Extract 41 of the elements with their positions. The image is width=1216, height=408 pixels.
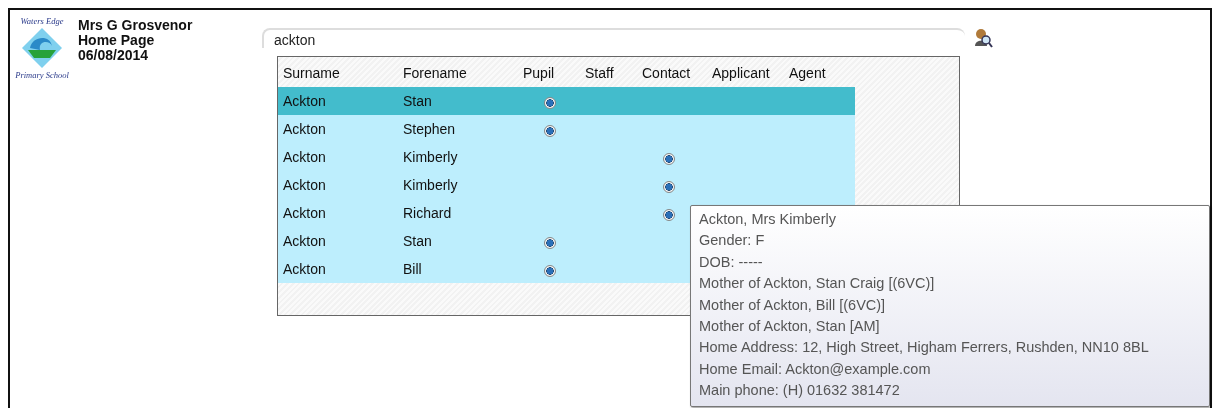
- column-header[interactable]: Applicant: [707, 59, 784, 87]
- table-cell-text: Ackton: [282, 232, 327, 251]
- column-header[interactable]: Contact: [637, 59, 707, 87]
- table-cell-text: Kimberly: [402, 176, 459, 195]
- table-cell-text: Ackton: [282, 120, 327, 139]
- table-cell-text: Stephen: [402, 120, 457, 139]
- tooltip-line: Home Address: 12, High Street, Higham Ferrers, Rushden, NN10 8BL: [699, 338, 1150, 358]
- tooltip-line: Ackton, Mrs Kimberly: [699, 210, 837, 229]
- table-row[interactable]: Ackton Stan: [278, 87, 855, 115]
- table-cell-text: Ackton: [282, 204, 327, 223]
- tooltip-line: Main phone: (H) 01632 381472: [699, 381, 901, 401]
- tooltip-line: Home Email: Ackton@example.com: [699, 359, 932, 379]
- table-row[interactable]: Ackton Kimberly: [278, 143, 855, 171]
- table-cell-text: Richard: [402, 204, 453, 223]
- table-cell-text: Ackton: [282, 260, 327, 279]
- column-header[interactable]: Agent: [784, 59, 855, 87]
- table-row[interactable]: Ackton Stephen: [278, 115, 855, 143]
- tooltip-line: Mother of Ackton, Stan [AM]: [699, 317, 881, 337]
- search-field[interactable]: ackton: [262, 28, 965, 48]
- page-title: Home Page: [78, 33, 156, 48]
- table-cell-text: Stan: [402, 92, 433, 111]
- tooltip-line: Mother of Ackton, Bill [(6VC)]: [699, 295, 887, 315]
- logo-text: Primary School: [15, 70, 69, 80]
- table-cell-text: Ackton: [282, 92, 327, 111]
- tooltip-line: Gender: F: [699, 231, 766, 251]
- column-header[interactable]: Surname: [278, 59, 398, 87]
- column-header[interactable]: Forename: [398, 59, 518, 87]
- person-search-icon[interactable]: [973, 28, 993, 48]
- table-cell-text: Stan: [402, 232, 433, 251]
- logo-text: Waters Edge: [20, 16, 64, 26]
- tooltip-line: DOB: -----: [699, 252, 764, 272]
- user-name: Mrs G Grosvenor: [78, 18, 194, 33]
- table-cell-text: Kimberly: [402, 148, 459, 167]
- table-cell-text: Ackton: [282, 148, 327, 167]
- column-header[interactable]: Staff: [580, 59, 637, 87]
- table-cell-text: Bill: [402, 260, 423, 279]
- table-cell-text: Ackton: [282, 176, 327, 195]
- table-row[interactable]: Ackton Kimberly: [278, 171, 855, 199]
- date-text: 06/08/2014: [78, 48, 149, 63]
- column-header[interactable]: Pupil: [518, 59, 580, 87]
- school-logo-icon: [20, 26, 64, 70]
